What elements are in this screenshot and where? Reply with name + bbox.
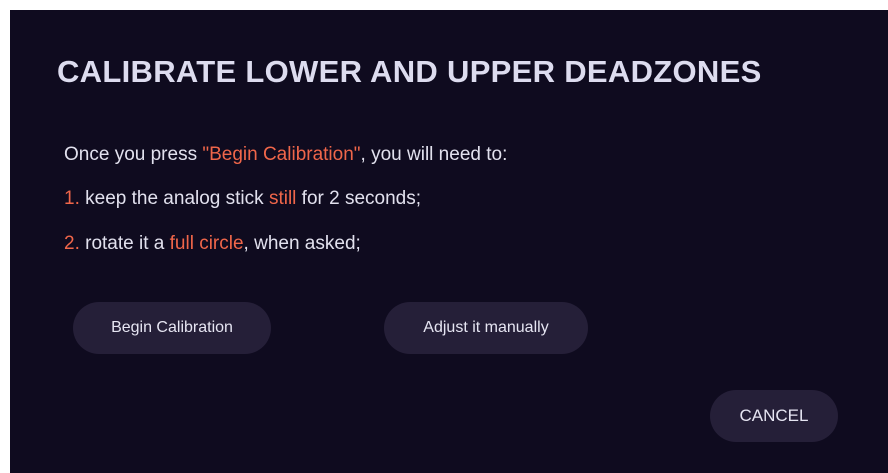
instruction-intro-prefix: Once you press bbox=[64, 144, 203, 165]
step-1-suffix: for 2 seconds; bbox=[296, 188, 422, 209]
step-2-suffix: , when asked; bbox=[243, 233, 361, 254]
adjust-manually-button[interactable]: Adjust it manually bbox=[384, 302, 588, 354]
instruction-intro-highlight: "Begin Calibration" bbox=[202, 144, 361, 165]
instruction-step-2: 2. rotate it a full circle, when asked; bbox=[64, 233, 361, 255]
calibration-dialog: CALIBRATE LOWER AND UPPER DEADZONES Once… bbox=[10, 10, 888, 473]
step-2-highlight: full circle bbox=[169, 233, 244, 254]
cancel-button[interactable]: CANCEL bbox=[710, 390, 838, 442]
step-1-number: 1. bbox=[64, 188, 80, 209]
step-1-highlight: still bbox=[268, 188, 297, 209]
step-2-prefix: rotate it a bbox=[79, 233, 170, 254]
instruction-intro: Once you press "Begin Calibration", you … bbox=[64, 144, 507, 166]
step-1-prefix: keep the analog stick bbox=[79, 188, 269, 209]
instruction-step-1: 1. keep the analog stick still for 2 sec… bbox=[64, 188, 421, 210]
begin-calibration-button[interactable]: Begin Calibration bbox=[73, 302, 271, 354]
step-2-number: 2. bbox=[64, 233, 80, 254]
instruction-intro-suffix: , you will need to: bbox=[360, 144, 508, 165]
dialog-title: CALIBRATE LOWER AND UPPER DEADZONES bbox=[57, 54, 762, 89]
